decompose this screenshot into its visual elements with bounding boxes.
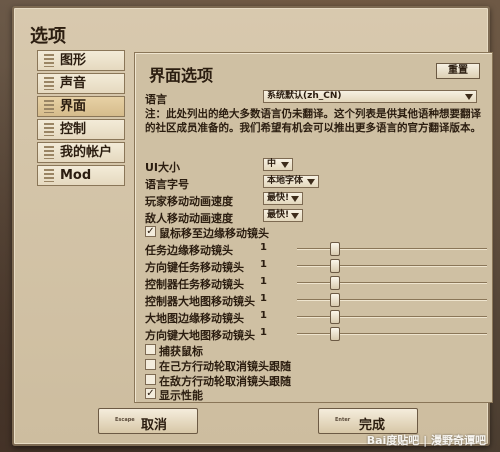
slider-value: 1: [260, 293, 267, 304]
cancel-label: 取消: [141, 418, 168, 433]
key-hint: Enter: [335, 417, 351, 423]
chevron-down-icon: [291, 213, 299, 219]
tab-mod[interactable]: Mod: [37, 165, 125, 186]
slider-thumb[interactable]: [330, 327, 340, 341]
slider-value: 1: [260, 242, 267, 253]
cancel-follow-own-turn-checkbox[interactable]: [145, 359, 156, 370]
slider-thumb[interactable]: [330, 242, 340, 256]
slider-track: [297, 276, 487, 290]
grip-icon: [44, 169, 54, 182]
tab-sound[interactable]: 声音: [37, 73, 125, 94]
slider-thumb[interactable]: [330, 259, 340, 273]
slider-thumb[interactable]: [330, 293, 340, 307]
tab-label: 声音: [60, 76, 87, 91]
cancel-follow-enemy-turn-checkbox[interactable]: [145, 374, 156, 385]
tab-my-account[interactable]: 我的帐户: [37, 142, 125, 163]
done-button[interactable]: Enter 完成: [318, 408, 418, 434]
grip-icon: [44, 77, 54, 90]
dialog-title: 选项: [30, 26, 66, 47]
done-label: 完成: [359, 418, 386, 433]
tab-label: 控制: [60, 122, 87, 137]
watermark: Bai度贴吧 | 漫野奇谭吧: [366, 434, 486, 447]
slider-track: [297, 310, 487, 324]
grip-icon: [44, 146, 54, 159]
language-label: 语言: [145, 93, 167, 106]
tab-graphics[interactable]: 图形: [37, 50, 125, 71]
capture-mouse-label: 捕获鼠标: [159, 345, 203, 358]
slider-label: 控制器任务移动镜头: [145, 278, 244, 291]
slider-value: 1: [260, 327, 267, 338]
edge-pan-checkbox[interactable]: ✓: [145, 226, 156, 237]
ui-size-select[interactable]: 中: [263, 158, 293, 171]
tab-controls[interactable]: 控制: [37, 119, 125, 140]
language-select[interactable]: 系统默认(zh_CN): [263, 90, 477, 103]
font-size-value: 本地字体: [267, 176, 304, 186]
panel-title: 界面选项: [149, 66, 214, 85]
slider-label: 大地图边缘移动镜头: [145, 312, 244, 325]
slider-label: 方向键任务移动镜头: [145, 261, 244, 274]
chevron-down-icon: [465, 94, 473, 100]
ui-size-label: UI大小: [145, 161, 181, 174]
cancel-follow-own-turn-label: 在己方行动轮取消镜头跟随: [159, 360, 291, 373]
slider-value: 1: [260, 310, 267, 321]
show-performance-label: 显示性能: [159, 389, 203, 402]
enemy-anim-speed-label: 敌人移动动画速度: [145, 212, 233, 225]
options-dialog: 选项 图形 声音 界面 控制 我的帐户 Mod 界面选项 重置 语言 系统默认(…: [12, 6, 493, 446]
slider-thumb[interactable]: [330, 276, 340, 290]
enemy-anim-speed-select[interactable]: 最快!: [263, 209, 303, 222]
slider-label: 控制器大地图移动镜头: [145, 295, 255, 308]
chevron-down-icon: [291, 196, 299, 202]
cancel-button[interactable]: Escape 取消: [98, 408, 198, 434]
tab-label: 我的帐户: [60, 145, 113, 160]
show-performance-checkbox[interactable]: ✓: [145, 388, 156, 399]
slider-track: [297, 259, 487, 273]
chevron-down-icon: [307, 179, 315, 185]
tab-label: 界面: [60, 99, 87, 114]
slider-label: 方向键大地图移动镜头: [145, 329, 255, 342]
font-size-select[interactable]: 本地字体: [263, 175, 319, 188]
player-anim-speed-value: 最快!: [267, 193, 290, 203]
slider-track: [297, 327, 487, 341]
edge-pan-label: 鼠标移至边缘移动镜头: [159, 227, 269, 240]
slider-label: 任务边缘移动镜头: [145, 244, 233, 257]
chevron-down-icon: [281, 162, 289, 168]
tab-interface[interactable]: 界面: [37, 96, 125, 117]
tab-label: 图形: [60, 53, 87, 68]
grip-icon: [44, 123, 54, 136]
capture-mouse-checkbox[interactable]: [145, 344, 156, 355]
slider-track: [297, 293, 487, 307]
slider-value: 1: [260, 276, 267, 287]
language-value: 系统默认(zh_CN): [267, 91, 342, 101]
slider-value: 1: [260, 259, 267, 270]
slider-thumb[interactable]: [330, 310, 340, 324]
enemy-anim-speed-value: 最快!: [267, 210, 290, 220]
slider-track: [297, 242, 487, 256]
ui-size-value: 中: [267, 159, 277, 169]
language-note: 注：此处列出的绝大多数语言仍未翻译。这个列表是供其他语种想要翻译的社区成员准备的…: [145, 108, 481, 134]
interface-options-panel: 界面选项 重置 语言 系统默认(zh_CN) 注：此处列出的绝大多数语言仍未翻译…: [134, 52, 493, 403]
reset-button[interactable]: 重置: [436, 63, 480, 79]
player-anim-speed-select[interactable]: 最快!: [263, 192, 303, 205]
tab-label: Mod: [60, 168, 92, 183]
key-hint: Escape: [115, 417, 135, 423]
font-size-label: 语言字号: [145, 178, 189, 191]
player-anim-speed-label: 玩家移动动画速度: [145, 195, 233, 208]
grip-icon: [44, 100, 54, 113]
grip-icon: [44, 54, 54, 67]
